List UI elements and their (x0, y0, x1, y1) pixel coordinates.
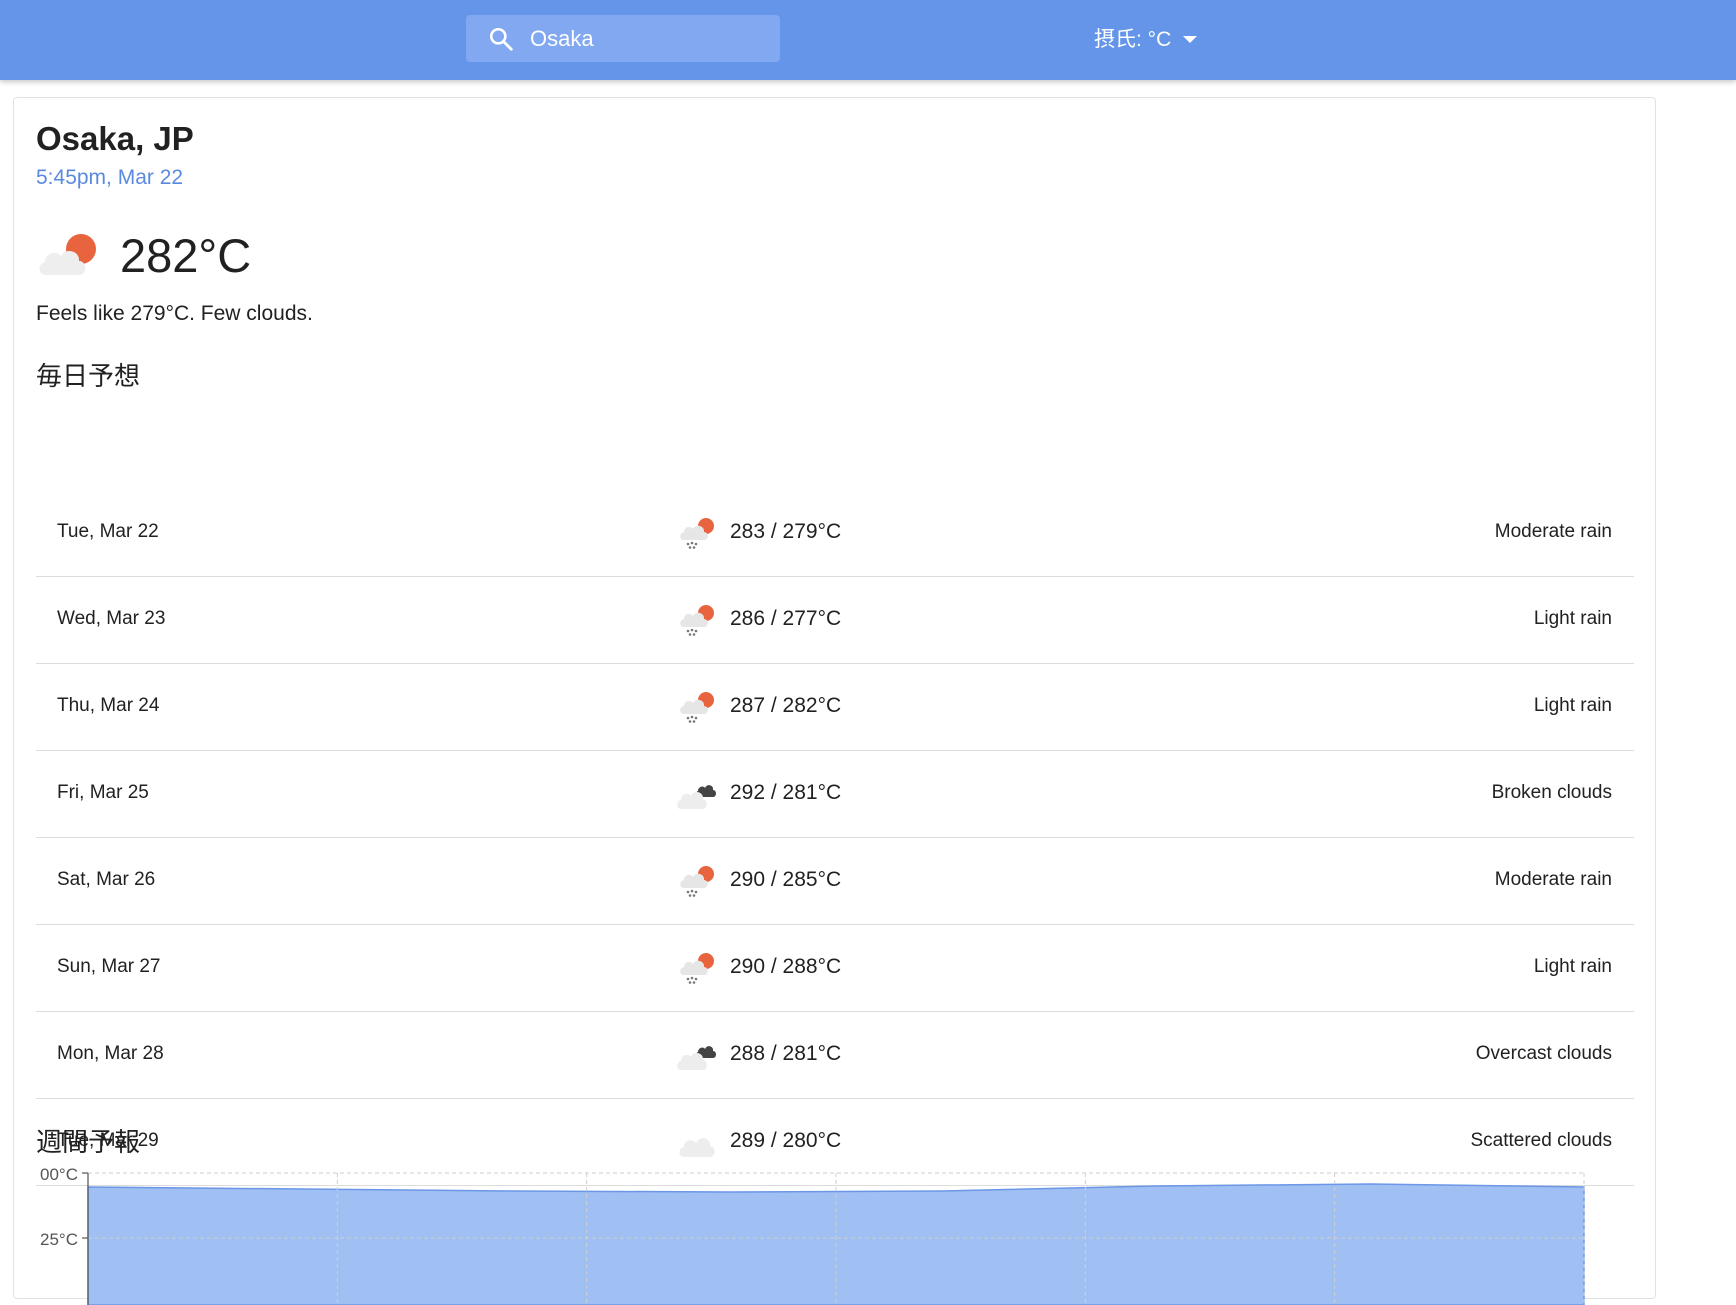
daily-description: Scattered clouds (1470, 1130, 1612, 1151)
broken-clouds-icon (677, 1046, 716, 1070)
weekly-forecast-title: 週間予報 (36, 1127, 141, 1157)
daily-date: Mon, Mar 28 (57, 1043, 164, 1064)
weather-card: Osaka, JP 5:45pm, Mar 22 282°C Feels lik… (13, 97, 1656, 1305)
daily-date: Wed, Mar 23 (57, 608, 166, 629)
daily-temp-range: 292 / 281°C (730, 781, 842, 804)
daily-date: Fri, Mar 25 (57, 782, 149, 803)
rain-day-icon (680, 866, 714, 897)
daily-forecast-title: 毎日予想 (36, 361, 141, 391)
daily-row: Sun, Mar 27 290 / 288°C Light rain (36, 925, 1634, 1012)
current-conditions: 282°C (36, 220, 251, 290)
daily-forecast-list: Tue, Mar 22 283 / 279°C Moderate rain Wed, … (36, 490, 1634, 1186)
location-title: Osaka, JP (36, 120, 194, 157)
daily-row: Sat, Mar 26 290 / 285°C Moderate rain (36, 838, 1634, 925)
daily-temp-range: 290 / 285°C (730, 868, 842, 891)
y-tick-label-1: 25°C (40, 1230, 78, 1249)
search-input[interactable] (528, 24, 762, 53)
rain-day-icon (680, 605, 714, 636)
rain-day-icon (680, 953, 714, 984)
daily-row: Mon, Mar 28 288 / 281°C Overcast clouds (36, 1012, 1634, 1099)
daily-date: Sat, Mar 26 (57, 869, 156, 890)
current-datetime: 5:45pm, Mar 22 (36, 166, 184, 189)
daily-temp-range: 288 / 281°C (730, 1042, 842, 1065)
weekly-forecast-chart: 00°C 25°C (40, 1165, 1585, 1305)
daily-date: Thu, Mar 24 (57, 695, 160, 716)
units-label: 摂氏: °C (1094, 28, 1172, 51)
units-dropdown[interactable]: 摂氏: °C (1094, 22, 1198, 54)
daily-temp-range: 283 / 279°C (730, 520, 842, 543)
daily-description: Moderate rain (1494, 521, 1612, 542)
search-box[interactable] (466, 15, 780, 62)
rain-day-icon (680, 518, 714, 549)
rain-day-icon (680, 692, 714, 723)
few-clouds-day-icon (39, 234, 96, 275)
daily-temp-range: 286 / 277°C (730, 607, 842, 630)
chevron-down-icon (1183, 35, 1198, 43)
top-bar: 摂氏: °C (0, 0, 1736, 80)
daily-description: Light rain (1533, 608, 1612, 629)
daily-temp-range: 289 / 280°C (730, 1129, 842, 1152)
daily-description: Moderate rain (1494, 869, 1612, 890)
current-temperature: 282°C (120, 228, 252, 282)
daily-row: Thu, Mar 24 287 / 282°C Light rain (36, 664, 1634, 751)
daily-description: Light rain (1533, 695, 1612, 716)
broken-clouds-icon (677, 785, 716, 809)
daily-row: Fri, Mar 25 292 / 281°C Broken clouds (36, 751, 1634, 838)
daily-date: Tue, Mar 22 (57, 521, 159, 542)
y-tick-label-0: 00°C (40, 1165, 78, 1184)
daily-row: Wed, Mar 23 286 / 277°C Light rain (36, 577, 1634, 664)
daily-description: Overcast clouds (1475, 1043, 1612, 1064)
daily-description: Broken clouds (1491, 782, 1612, 803)
cloud-icon (679, 1138, 715, 1157)
search-icon (489, 27, 513, 51)
daily-description: Light rain (1533, 956, 1612, 977)
daily-temp-range: 290 / 288°C (730, 955, 842, 978)
current-summary: Feels like 279°C. Few clouds. (36, 302, 313, 325)
daily-date: Sun, Mar 27 (57, 956, 161, 977)
daily-temp-range: 287 / 282°C (730, 694, 842, 717)
daily-row: Tue, Mar 22 283 / 279°C Moderate rain (36, 490, 1634, 577)
